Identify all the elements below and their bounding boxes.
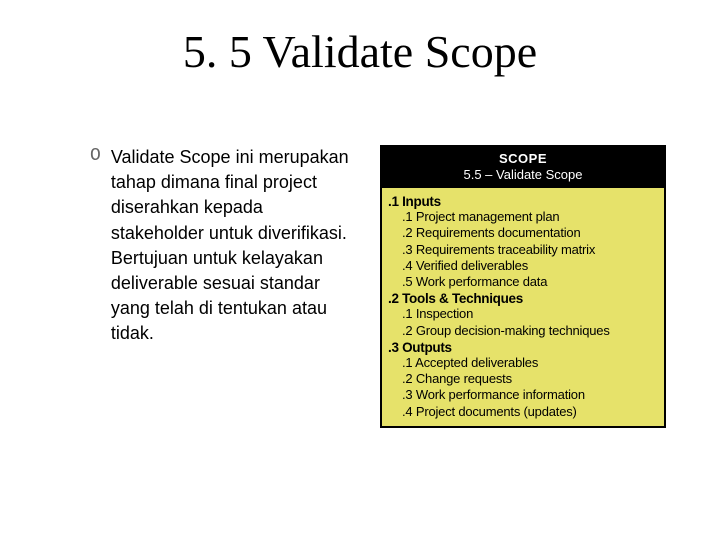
section-item: .1 Inspection <box>382 306 664 322</box>
section-item: .2 Group decision-making techniques <box>382 323 664 339</box>
process-header-sub: 5.5 – Validate Scope <box>386 167 660 182</box>
process-body: .1 Inputs .1 Project management plan .2 … <box>382 188 664 426</box>
section-heading-outputs: .3 Outputs <box>382 339 664 355</box>
section-item: .2 Change requests <box>382 371 664 387</box>
content-area: O Validate Scope ini merupakan tahap dim… <box>90 145 682 490</box>
section-item: .3 Requirements traceability matrix <box>382 242 664 258</box>
section-item: .4 Project documents (updates) <box>382 404 664 420</box>
section-item: .2 Requirements documentation <box>382 225 664 241</box>
slide: 5. 5 Validate Scope O Validate Scope ini… <box>0 0 720 540</box>
process-header: SCOPE 5.5 – Validate Scope <box>382 147 664 188</box>
right-column: SCOPE 5.5 – Validate Scope .1 Inputs .1 … <box>380 145 682 490</box>
bullet-item: O Validate Scope ini merupakan tahap dim… <box>90 145 360 347</box>
section-item: .1 Accepted deliverables <box>382 355 664 371</box>
section-item: .1 Project management plan <box>382 209 664 225</box>
section-heading-tools: .2 Tools & Techniques <box>382 290 664 306</box>
bullet-marker-icon: O <box>90 145 111 165</box>
section-item: .4 Verified deliverables <box>382 258 664 274</box>
process-box: SCOPE 5.5 – Validate Scope .1 Inputs .1 … <box>380 145 666 428</box>
process-header-top: SCOPE <box>386 151 660 166</box>
section-heading-inputs: .1 Inputs <box>382 193 664 209</box>
bullet-text: Validate Scope ini merupakan tahap diman… <box>111 145 360 347</box>
left-column: O Validate Scope ini merupakan tahap dim… <box>90 145 360 490</box>
section-item: .3 Work performance information <box>382 387 664 403</box>
section-item: .5 Work performance data <box>382 274 664 290</box>
slide-title: 5. 5 Validate Scope <box>0 25 720 78</box>
